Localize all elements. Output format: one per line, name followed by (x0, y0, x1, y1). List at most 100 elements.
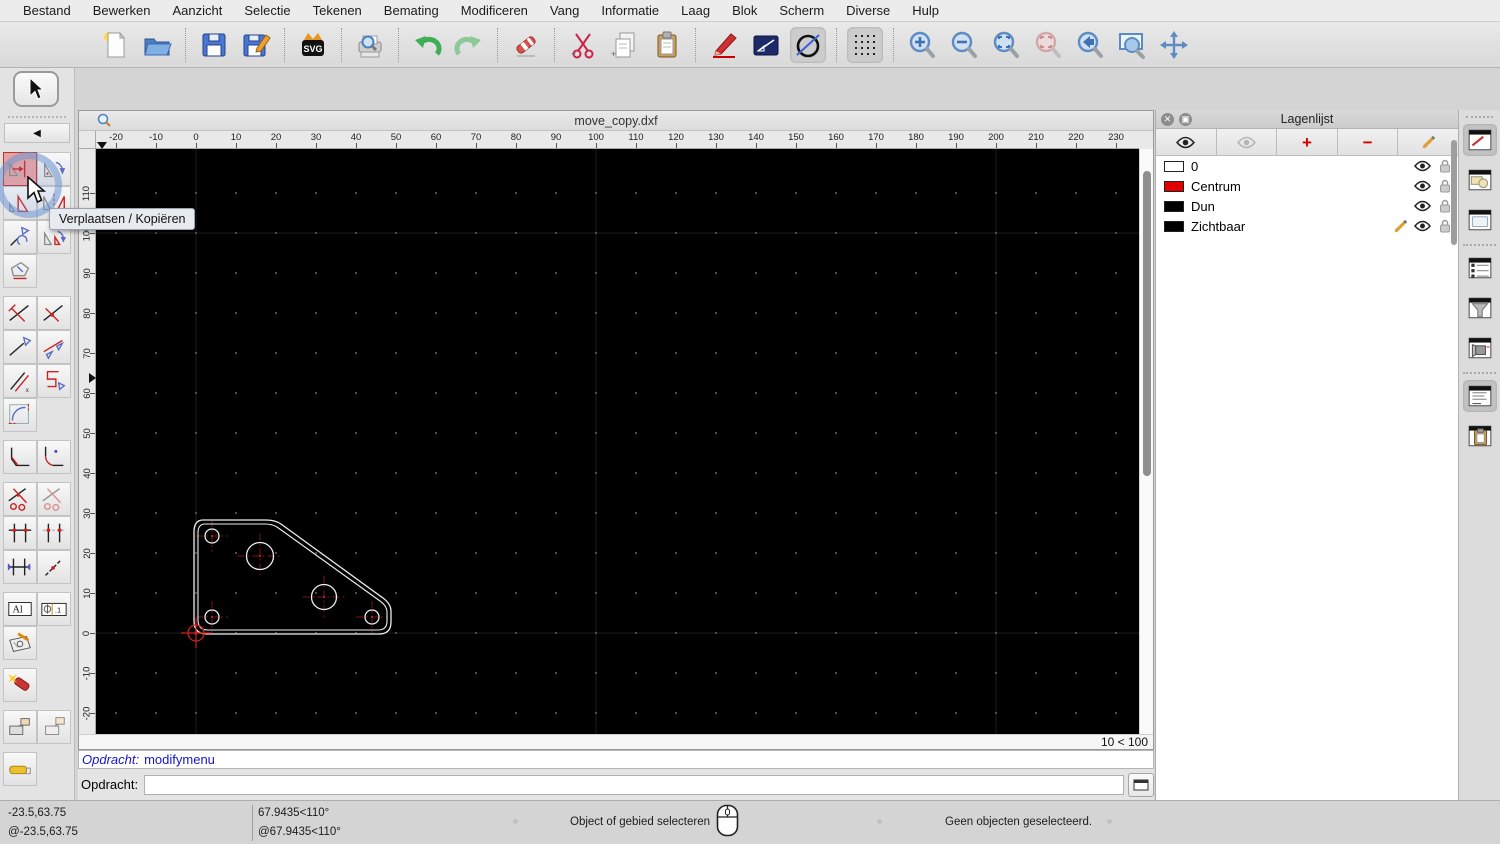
tool-stretch-free[interactable] (37, 330, 71, 364)
layer-row-centrum[interactable]: Centrum (1156, 176, 1458, 196)
menu-hulp[interactable]: Hulp (901, 0, 950, 22)
save-as-button[interactable] (238, 27, 274, 63)
tool-fillet[interactable] (37, 440, 71, 474)
add-layer-button[interactable]: + (1277, 129, 1338, 155)
tool-properties[interactable] (3, 710, 37, 744)
menu-bemating[interactable]: Bemating (373, 0, 450, 22)
zoom-pan-button[interactable] (1156, 27, 1192, 63)
layer-panel-titlebar[interactable]: ✕ ▣ Lagenlijst (1156, 110, 1458, 129)
tool-move-points[interactable] (3, 550, 37, 584)
tool-round-corner[interactable] (3, 398, 37, 432)
dock-block-list-button[interactable] (1463, 164, 1497, 196)
save-button[interactable] (196, 27, 232, 63)
menu-bestand[interactable]: Bestand (12, 0, 82, 22)
command-input[interactable] (144, 774, 1124, 795)
cad-window-titlebar[interactable]: move_copy.dxf (79, 111, 1153, 131)
zoom-out-button[interactable] (946, 27, 982, 63)
draft-mode-button[interactable] (790, 26, 826, 63)
tool-edit-text[interactable]: Al (3, 592, 37, 626)
hide-all-layers-button[interactable] (1217, 129, 1278, 155)
cut-button[interactable]: + (565, 27, 601, 63)
eraser-button[interactable] (508, 27, 544, 63)
menu-laag[interactable]: Laag (670, 0, 721, 22)
vertical-scrollbar[interactable] (1139, 149, 1153, 734)
tool-trim[interactable] (3, 296, 37, 330)
toolbar-handle[interactable] (8, 116, 66, 118)
grid-toggle-button[interactable] (847, 26, 883, 63)
tool-revert-direction[interactable] (3, 254, 37, 288)
layer-panel-scrollbar[interactable] (1451, 140, 1457, 245)
dock-clipboard-button[interactable] (1463, 420, 1497, 452)
open-folder-button[interactable] (139, 27, 175, 63)
tool-divide-two[interactable] (37, 482, 71, 516)
keyboard-button[interactable] (1128, 772, 1154, 797)
tool-attributes[interactable] (37, 710, 71, 744)
menu-selectie[interactable]: Selectie (233, 0, 301, 22)
edit-layer-button[interactable] (1398, 129, 1458, 155)
zoom-in-button[interactable] (904, 27, 940, 63)
tool-stretch[interactable] (3, 516, 37, 550)
toolbar-separator (695, 27, 696, 62)
layer-row-zichtbaar[interactable]: Zichtbaar (1156, 216, 1458, 236)
menu-vang[interactable]: Vang (539, 0, 590, 22)
remove-layer-button[interactable]: − (1338, 129, 1399, 155)
menu-blok[interactable]: Blok (721, 0, 768, 22)
dock-handle[interactable] (1466, 116, 1493, 118)
redo-button[interactable] (451, 27, 487, 63)
dock-selection-filter-button[interactable] (1463, 292, 1497, 324)
dock-layer-list-button[interactable] (1462, 124, 1497, 156)
tool-edit-dimension[interactable]: .1 (37, 592, 71, 626)
layer-row-0[interactable]: 0 (1156, 156, 1458, 176)
tool-stretch-two[interactable] (37, 516, 71, 550)
back-button[interactable]: ◀ (4, 123, 70, 143)
layer-visibility-toggle[interactable] (1414, 199, 1431, 213)
undock-icon[interactable]: ▣ (1179, 113, 1192, 126)
tool-paint[interactable] (3, 752, 37, 786)
drawing-canvas[interactable] (96, 149, 1139, 734)
select-tool-button[interactable] (13, 71, 59, 107)
close-icon[interactable]: ✕ (1161, 113, 1174, 126)
horizontal-scrollbar[interactable]: 10 < 100 (79, 734, 1153, 749)
tool-move-rotate[interactable] (3, 220, 37, 254)
tool-trim-two[interactable] (37, 296, 71, 330)
pen-attributes-button[interactable] (706, 27, 742, 63)
zoom-window-icon (1119, 32, 1145, 59)
dock-entity-list-button[interactable] (1463, 252, 1497, 284)
dock-library-browser-button[interactable] (1463, 204, 1497, 236)
layer-visibility-toggle[interactable] (1414, 219, 1431, 233)
menu-tekenen[interactable]: Tekenen (302, 0, 373, 22)
layer-color-swatch (1164, 200, 1184, 212)
show-all-layers-button[interactable] (1156, 129, 1217, 155)
dock-wall-tools-button[interactable] (1463, 332, 1497, 364)
menu-scherm[interactable]: Scherm (768, 0, 835, 22)
line-properties-button[interactable] (748, 27, 784, 63)
tool-offset[interactable]: x (3, 364, 37, 398)
zoom-window-button[interactable] (1114, 27, 1150, 63)
tool-lengthen-point[interactable] (37, 550, 71, 584)
svg-export-button[interactable]: SVG (295, 27, 331, 63)
menu-informatie[interactable]: Informatie (590, 0, 670, 22)
undo-button[interactable] (409, 27, 445, 63)
print-preview-button[interactable] (352, 27, 388, 63)
menu-aanzicht[interactable]: Aanzicht (162, 0, 234, 22)
menu-modificeren[interactable]: Modificeren (450, 0, 539, 22)
copy-button[interactable]: + (607, 27, 643, 63)
zoom-auto-button[interactable] (988, 27, 1024, 63)
tool-lengthen[interactable] (3, 330, 37, 364)
tool-explode[interactable] (3, 668, 37, 702)
vertical-scrollbar-thumb[interactable] (1143, 171, 1151, 476)
menu-bewerken[interactable]: Bewerken (82, 0, 162, 22)
layer-visibility-toggle[interactable] (1414, 179, 1431, 193)
zoom-back-button[interactable] (1072, 27, 1108, 63)
dock-command-line-button[interactable] (1462, 380, 1497, 412)
zoom-previous-button[interactable] (1030, 27, 1066, 63)
menu-diverse[interactable]: Diverse (835, 0, 901, 22)
paste-button[interactable] (649, 27, 685, 63)
layer-visibility-toggle[interactable] (1414, 159, 1431, 173)
tool-bevel[interactable] (3, 440, 37, 474)
layer-row-dun[interactable]: Dun (1156, 196, 1458, 216)
tool-edit-hatch[interactable] (3, 626, 37, 660)
tool-polyline-trim[interactable] (37, 364, 71, 398)
tool-divide[interactable] (3, 482, 37, 516)
new-file-button[interactable] (97, 27, 133, 63)
